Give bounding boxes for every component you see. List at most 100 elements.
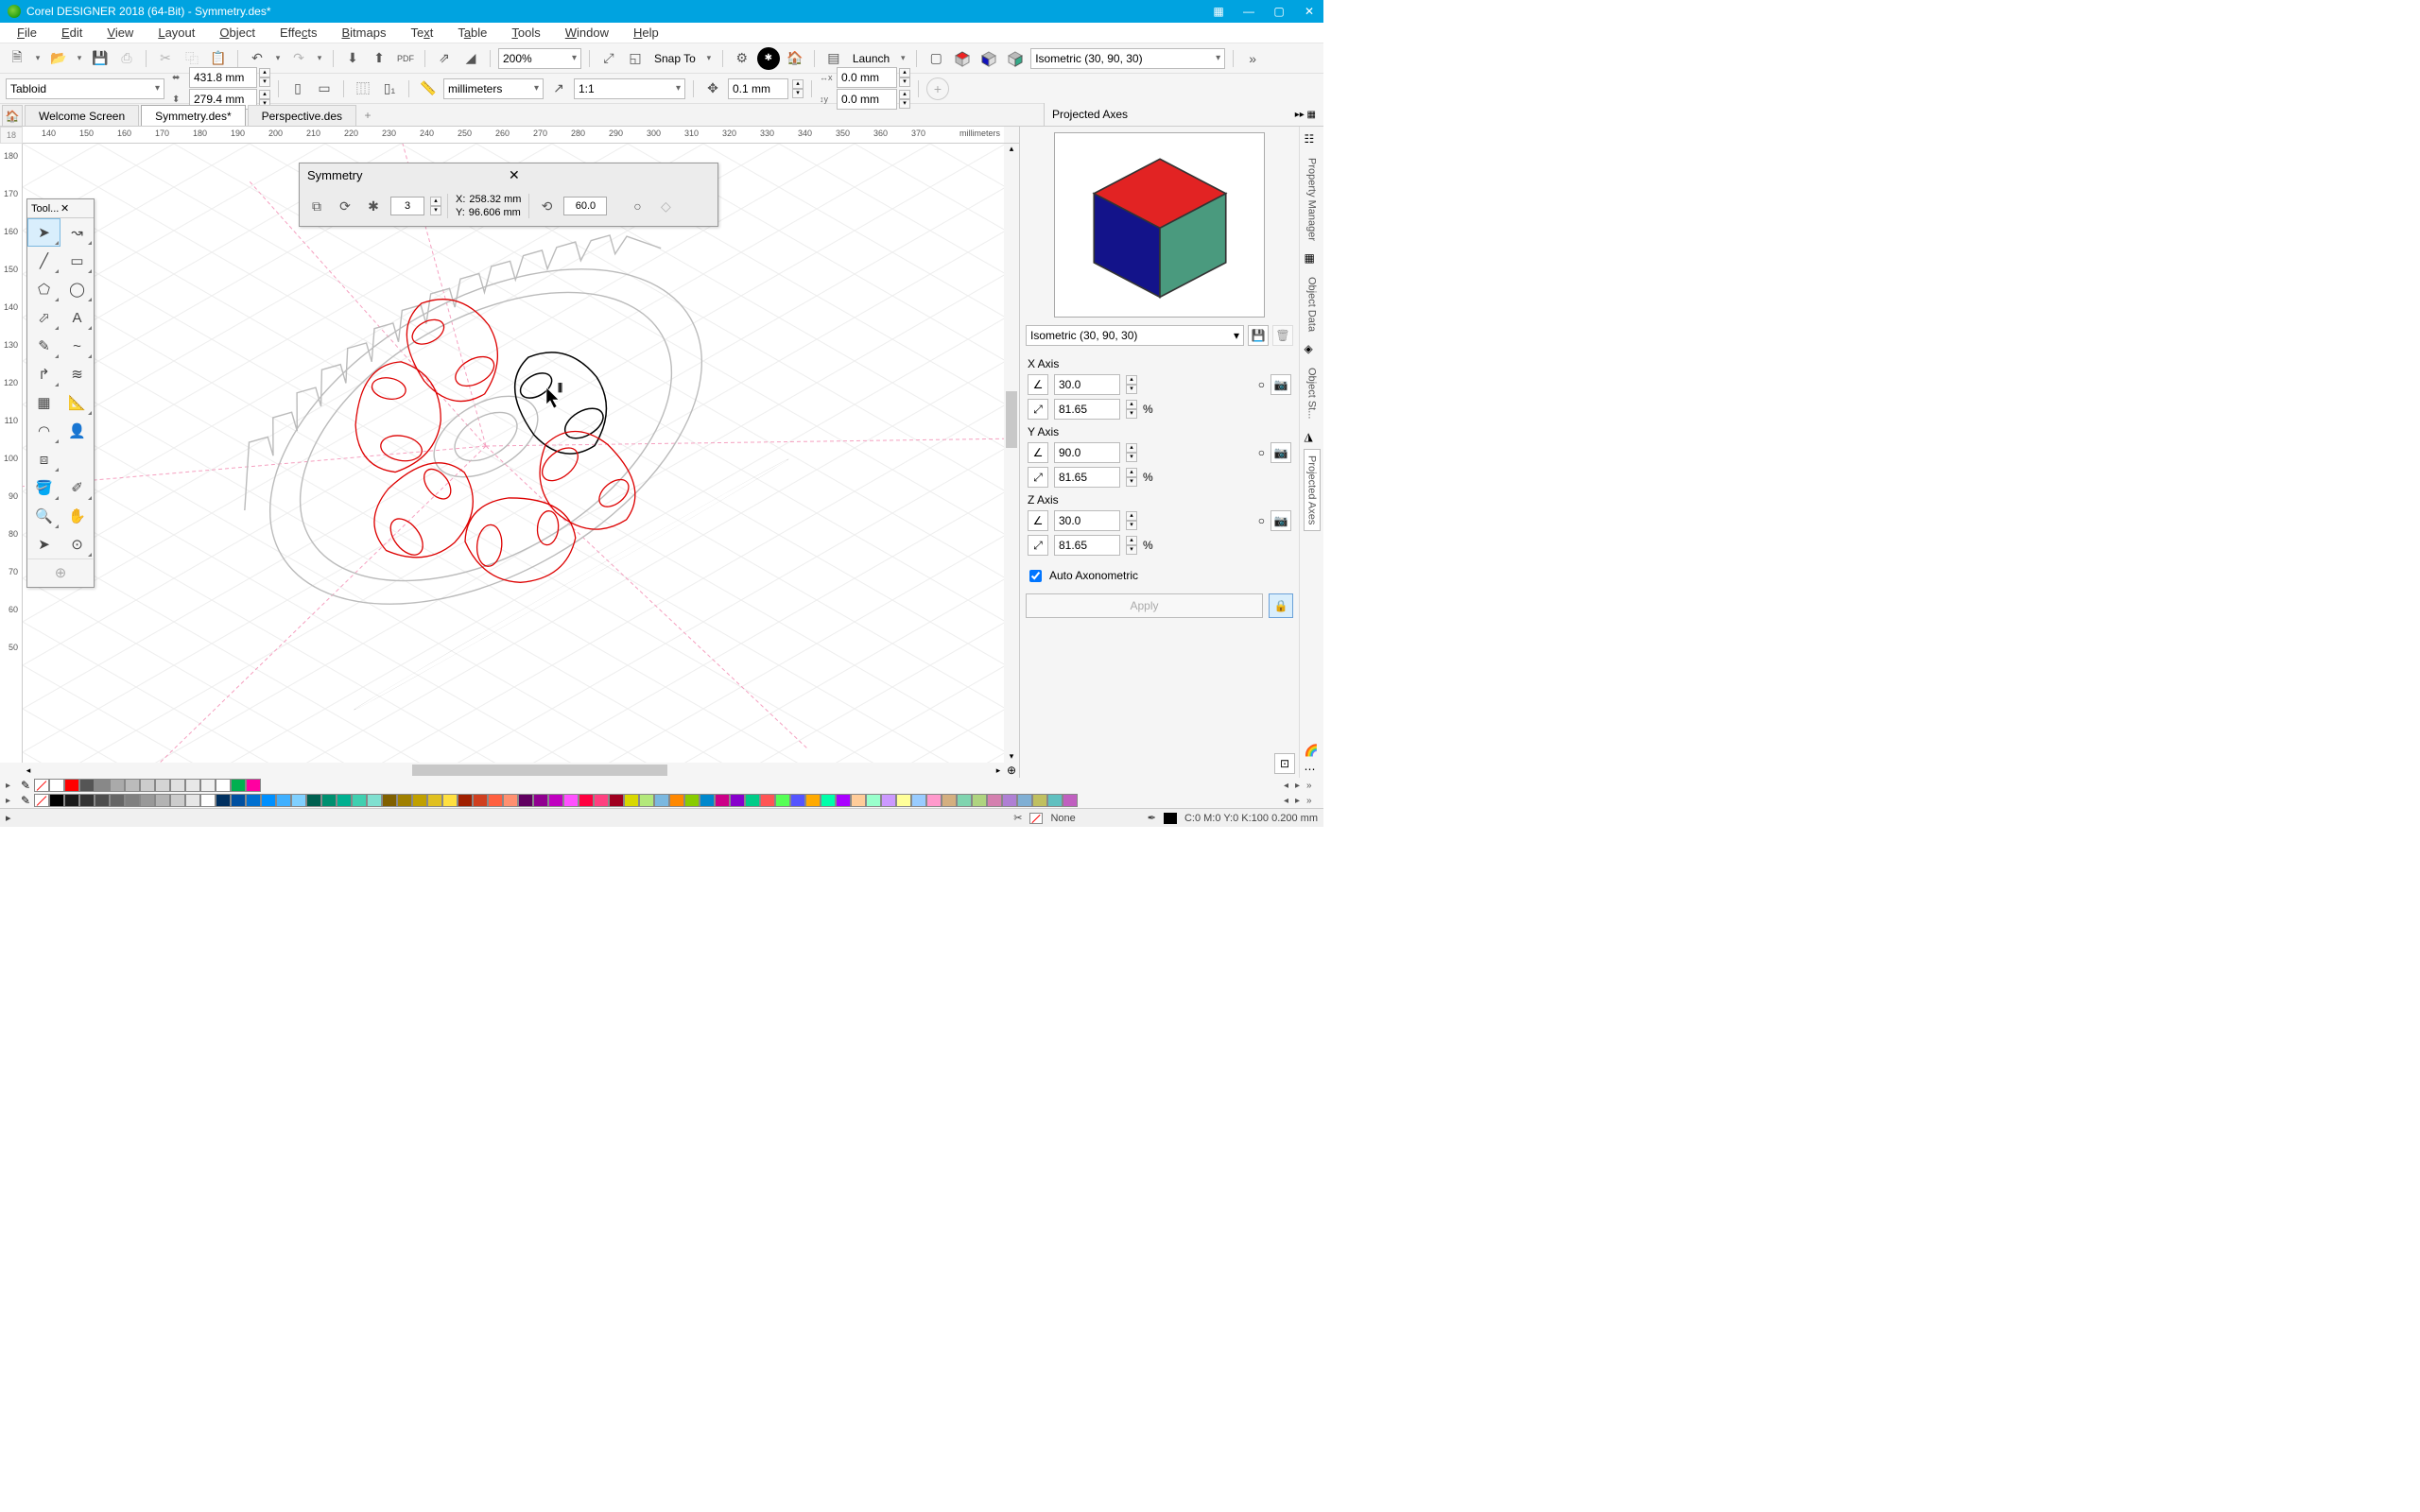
sym-rotate-icon[interactable]: ⟳ xyxy=(334,195,356,217)
fill-tool[interactable]: 🪣 xyxy=(27,473,60,502)
docker-corner-icon[interactable]: ⊡ xyxy=(1274,753,1295,774)
color-swatch[interactable] xyxy=(972,794,987,807)
color-swatch[interactable] xyxy=(1002,794,1017,807)
paste-button[interactable]: 📋 xyxy=(207,47,230,70)
page-width-input[interactable] xyxy=(189,67,257,88)
color-swatch[interactable] xyxy=(246,779,261,792)
horizontal-scrollbar[interactable]: ◂ ▸ ⊕ xyxy=(0,763,1019,778)
nudge-spinner[interactable]: ▴▾ xyxy=(792,79,804,98)
z-angle-spinner[interactable]: ▴▾ xyxy=(1126,511,1137,530)
color-swatch[interactable] xyxy=(170,779,185,792)
color-swatch[interactable] xyxy=(488,794,503,807)
person-tool[interactable]: 👤 xyxy=(60,417,94,445)
color-swatch[interactable] xyxy=(639,794,654,807)
table-tool[interactable]: ▦ xyxy=(27,388,60,417)
color-swatch[interactable] xyxy=(987,794,1002,807)
color-swatch[interactable] xyxy=(1047,794,1063,807)
menu-edit[interactable]: Edit xyxy=(50,24,94,42)
link-button[interactable]: ⇗ xyxy=(433,47,456,70)
fill-swatch[interactable] xyxy=(1029,813,1043,824)
color-swatch[interactable] xyxy=(64,794,79,807)
color-swatch[interactable] xyxy=(579,794,594,807)
sym-angle-input[interactable] xyxy=(563,197,607,215)
color-swatch[interactable] xyxy=(594,794,609,807)
rectangle-tool[interactable]: ▭ xyxy=(60,247,94,275)
add-button[interactable]: + xyxy=(926,77,949,100)
color-swatch[interactable] xyxy=(125,779,140,792)
tab-symmetry[interactable]: Symmetry.des* xyxy=(141,105,245,126)
connector-tool[interactable]: ↱ xyxy=(27,360,60,388)
color-swatch[interactable] xyxy=(1032,794,1047,807)
pdf-button[interactable]: PDF xyxy=(394,47,417,70)
y-lens-icon[interactable]: 📷 xyxy=(1270,442,1291,463)
color-swatch[interactable] xyxy=(745,794,760,807)
portrait-button[interactable]: ▯ xyxy=(286,77,309,100)
color-swatch[interactable] xyxy=(231,794,246,807)
dupx-spinner[interactable]: ▴▾ xyxy=(899,68,910,87)
projection-cube[interactable] xyxy=(1054,132,1265,318)
menu-object[interactable]: Object xyxy=(208,24,267,42)
color-swatch[interactable] xyxy=(185,794,200,807)
dimension-tool[interactable]: 📐 xyxy=(60,388,94,417)
color-swatch[interactable] xyxy=(49,779,64,792)
snap-to-label[interactable]: Snap To xyxy=(650,52,700,65)
vtab-projected-axes[interactable]: Projected Axes xyxy=(1304,449,1321,531)
color-swatch[interactable] xyxy=(760,794,775,807)
vtab-objst-icon[interactable]: ◈ xyxy=(1305,342,1320,357)
color-swatch[interactable] xyxy=(563,794,579,807)
color-swatch[interactable] xyxy=(836,794,851,807)
color-swatch[interactable] xyxy=(185,779,200,792)
palette1-left[interactable]: ▸ xyxy=(6,781,17,791)
color-swatch[interactable] xyxy=(851,794,866,807)
dup-y-input[interactable] xyxy=(837,89,897,110)
z-radio[interactable]: ○ xyxy=(1258,514,1265,527)
sym-show2-icon[interactable]: ◇ xyxy=(654,195,677,217)
vtab-objdata-icon[interactable]: ▦ xyxy=(1305,251,1320,266)
z-scale-input[interactable] xyxy=(1054,535,1120,556)
tab-new[interactable]: + xyxy=(358,105,377,126)
color-swatch[interactable] xyxy=(306,794,321,807)
color-swatch[interactable] xyxy=(291,794,306,807)
sym-copies-input[interactable] xyxy=(390,197,424,215)
color-swatch[interactable] xyxy=(790,794,805,807)
menu-effects[interactable]: Effects xyxy=(268,24,329,42)
color-swatch[interactable] xyxy=(140,779,155,792)
launch-icon[interactable]: ▤ xyxy=(822,47,845,70)
width-spinner[interactable]: ▴▾ xyxy=(259,68,270,87)
plane-front-icon[interactable] xyxy=(977,47,1000,70)
vtab-property-manager[interactable]: Property Manager xyxy=(1304,151,1321,248)
vtab-proj-icon[interactable]: ◮ xyxy=(1305,430,1320,445)
color-swatch[interactable] xyxy=(1063,794,1078,807)
import-button[interactable]: ⬇ xyxy=(341,47,364,70)
node-snap-icon[interactable]: ⤢ xyxy=(597,47,620,70)
x-scale-input[interactable] xyxy=(1054,399,1120,420)
x-lens-icon[interactable]: 📷 xyxy=(1270,374,1291,395)
menu-file[interactable]: File xyxy=(6,24,48,42)
color-swatch[interactable] xyxy=(95,779,110,792)
palette1-scroll-left[interactable]: ◂ xyxy=(1284,781,1295,791)
color-swatch[interactable] xyxy=(170,794,185,807)
pick-tool[interactable]: ➤ xyxy=(27,218,60,247)
color-swatch[interactable] xyxy=(473,794,488,807)
color-swatch[interactable] xyxy=(321,794,337,807)
polygon-tool[interactable]: ⬠ xyxy=(27,275,60,303)
launch-label[interactable]: Launch xyxy=(849,52,893,65)
color-swatch[interactable] xyxy=(775,794,790,807)
color-swatch[interactable] xyxy=(957,794,972,807)
home-button[interactable]: 🏠 xyxy=(784,47,806,70)
palette2-left[interactable]: ▸ xyxy=(6,796,17,806)
color-swatch[interactable] xyxy=(624,794,639,807)
color-swatch[interactable] xyxy=(412,794,427,807)
color-swatch[interactable] xyxy=(442,794,458,807)
undo-button[interactable]: ↶ xyxy=(246,47,268,70)
palette2-scroll-left[interactable]: ◂ xyxy=(1284,796,1295,806)
color-swatch[interactable] xyxy=(155,779,170,792)
launch-dropdown[interactable]: ▾ xyxy=(897,53,908,63)
color-swatch[interactable] xyxy=(79,779,95,792)
color-swatch[interactable] xyxy=(866,794,881,807)
freehand-tool[interactable]: ✎ xyxy=(27,332,60,360)
erase-button[interactable]: ◢ xyxy=(459,47,482,70)
vertical-scrollbar[interactable]: ▴ ▾ xyxy=(1004,144,1019,763)
apply-button[interactable]: Apply xyxy=(1026,593,1263,618)
color-swatch[interactable] xyxy=(896,794,911,807)
